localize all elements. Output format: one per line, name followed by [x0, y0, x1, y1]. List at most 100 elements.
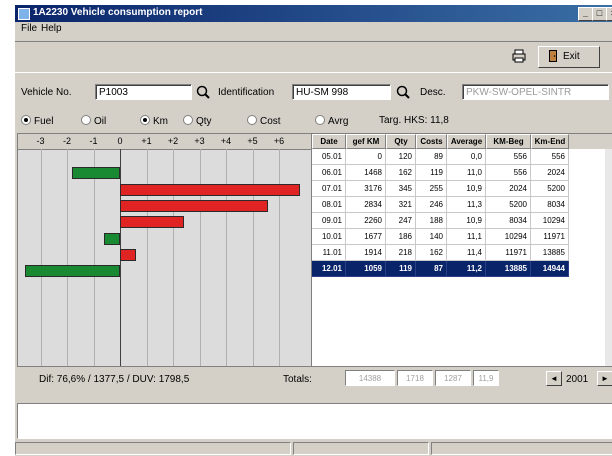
oil-option[interactable]: Oil — [81, 115, 106, 127]
desc-label: Desc. — [420, 87, 446, 98]
table-cell: 1468 — [346, 165, 386, 181]
table-cell: 247 — [386, 213, 416, 229]
chart-gridline — [40, 149, 42, 366]
qty-radio[interactable] — [183, 115, 193, 125]
table-cell: 13885 — [531, 245, 569, 261]
table-cell: 5200 — [486, 197, 531, 213]
title-bar[interactable]: 1A2230 Vehicle consumption report _ □ × — [15, 5, 612, 22]
table-cell: 3176 — [346, 181, 386, 197]
table-cell: 06.01 — [312, 165, 346, 181]
exit-button[interactable]: Exit — [538, 46, 600, 68]
deviation-chart: -3 -2 -1 0 +1 +2 +3 +4 +5 +6 — [17, 133, 312, 367]
column-header-qty[interactable]: Qty — [386, 134, 416, 149]
identification-lookup-icon[interactable] — [395, 84, 411, 100]
avrg-label: Avrg — [328, 116, 349, 127]
message-box[interactable] — [17, 403, 612, 439]
chart-tick-label: +6 — [273, 136, 285, 146]
chart-gridline — [279, 149, 280, 366]
total-costs: 1287 — [435, 370, 471, 386]
desc-input[interactable]: PKW-SW-OPEL-SINTR — [462, 84, 609, 100]
table-cell: 1914 — [346, 245, 386, 261]
column-header-km-beg[interactable]: KM-Beg — [486, 134, 531, 149]
fuel-option[interactable]: Fuel — [21, 115, 53, 127]
menu-file[interactable]: File — [21, 23, 37, 34]
avrg-option[interactable]: Avrg — [315, 115, 348, 127]
km-radio[interactable] — [140, 115, 150, 125]
cost-option[interactable]: Cost — [247, 115, 281, 127]
printer-icon[interactable] — [512, 49, 526, 63]
chart-tick-label: -1 — [89, 136, 98, 146]
door-exit-icon — [549, 50, 557, 62]
table-cell: 0 — [346, 149, 386, 165]
chart-gridline — [199, 149, 201, 366]
table-cell: 556 — [486, 165, 531, 181]
table-cell: 11971 — [486, 245, 531, 261]
table-cell: 5200 — [531, 181, 569, 197]
table-row[interactable]: 12.01 1059 119 87 11,2 13885 14944 — [312, 261, 612, 277]
totals-label: Totals: — [283, 374, 312, 385]
year-value: 2001 — [566, 374, 589, 385]
identification-input[interactable]: HU-SM 998 — [292, 84, 391, 100]
table-row[interactable]: 06.01 1468 162 119 11,0 556 2024 — [312, 165, 612, 181]
table-cell: 10,9 — [447, 213, 486, 229]
table-cell: 87 — [416, 261, 447, 277]
table-cell: 8034 — [486, 213, 531, 229]
chart-tick-label: +1 — [141, 136, 152, 146]
table-row[interactable]: 05.01 0 120 89 0,0 556 556 — [312, 149, 612, 165]
km-label: Km — [153, 116, 168, 127]
table-row[interactable]: 07.01 3176 345 255 10,9 2024 5200 — [312, 181, 612, 197]
vehicle-field-row: Vehicle No. P1003 Identification HU-SM 9… — [15, 81, 612, 105]
maximize-button[interactable]: □ — [592, 7, 607, 21]
vehicle-lookup-icon[interactable] — [195, 84, 211, 100]
chart-bar-06-01 — [72, 167, 120, 180]
chart-gridline — [226, 149, 227, 366]
table-cell: 10294 — [486, 229, 531, 245]
km-option[interactable]: Km — [140, 115, 168, 127]
table-row[interactable]: 11.01 1914 218 162 11,4 11971 13885 — [312, 245, 612, 261]
table-cell: 08.01 — [312, 197, 346, 213]
table-cell: 246 — [416, 197, 447, 213]
table-cell: 1677 — [346, 229, 386, 245]
total-km: 14388 — [345, 370, 395, 386]
table-cell: 162 — [416, 245, 447, 261]
status-panel-3 — [431, 442, 612, 455]
table-cell: 09.01 — [312, 213, 346, 229]
table-cell: 10,9 — [447, 181, 486, 197]
prev-year-button[interactable]: ◄ — [546, 371, 562, 386]
column-header-km-end[interactable]: Km-End — [531, 134, 569, 149]
chart-gridline — [173, 149, 174, 366]
fuel-radio[interactable] — [21, 115, 31, 125]
close-button[interactable]: × — [606, 7, 612, 21]
table-cell: 89 — [416, 149, 447, 165]
chart-bar-10-01 — [104, 232, 120, 245]
table-cell: 12.01 — [312, 261, 346, 277]
chart-tick-label: +2 — [167, 136, 179, 146]
cost-label: Cost — [260, 116, 281, 127]
table-cell: 255 — [416, 181, 447, 197]
column-header-date[interactable]: Date — [312, 134, 346, 149]
qty-option[interactable]: Qty — [183, 115, 212, 127]
qty-label: Qty — [196, 116, 212, 127]
table-cell: 07.01 — [312, 181, 346, 197]
table-cell: 321 — [386, 197, 416, 213]
table-cell: 11,4 — [447, 245, 486, 261]
table-cell: 8034 — [531, 197, 569, 213]
table-row[interactable]: 10.01 1677 186 140 11,1 10294 11971 — [312, 229, 612, 245]
chart-gridline — [67, 149, 68, 366]
table-row[interactable]: 08.01 2834 321 246 11,3 5200 8034 — [312, 197, 612, 213]
table-cell: 119 — [386, 261, 416, 277]
chart-tick-label: -3 — [36, 136, 45, 146]
menu-help[interactable]: Help — [41, 23, 62, 34]
vehicle-input[interactable]: P1003 — [95, 84, 192, 100]
avrg-radio[interactable] — [315, 115, 325, 125]
target-label: Targ. HKS: 11,8 — [379, 115, 449, 126]
column-header-gef-km[interactable]: gef KM — [346, 134, 386, 149]
column-header-average[interactable]: Average — [447, 134, 486, 149]
oil-radio[interactable] — [81, 115, 91, 125]
next-year-button[interactable]: ► — [597, 371, 612, 386]
chart-tick-label: +5 — [247, 136, 258, 146]
minimize-button[interactable]: _ — [578, 7, 593, 21]
cost-radio[interactable] — [247, 115, 257, 125]
table-row[interactable]: 09.01 2260 247 188 10,9 8034 10294 — [312, 213, 612, 229]
column-header-costs[interactable]: Costs — [416, 134, 447, 149]
